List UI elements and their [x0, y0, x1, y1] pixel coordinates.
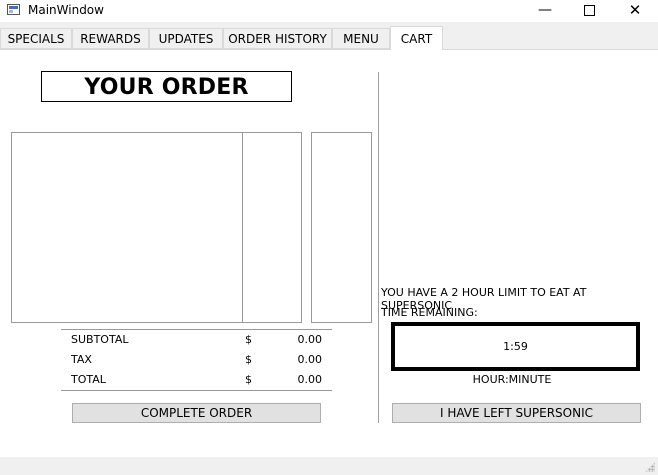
order-items-list[interactable] — [11, 132, 302, 323]
app-window-icon — [7, 4, 20, 15]
subtotal-row: SUBTOTAL $ 0.00 — [61, 330, 332, 350]
order-list-column-divider — [242, 133, 243, 322]
time-format-label: HOUR:MINUTE — [472, 373, 552, 386]
title-bar: MainWindow — ✕ — [0, 0, 658, 22]
tax-label: TAX — [71, 353, 92, 366]
window-title: MainWindow — [28, 3, 104, 17]
cart-tab-pane: YOUR ORDER SUBTOTAL $ 0.00 TAX $ 0.00 TO… — [0, 49, 658, 458]
total-value: 0.00 — [297, 373, 323, 386]
order-side-list[interactable] — [311, 132, 372, 323]
minimize-button[interactable]: — — [522, 0, 568, 22]
subtotal-label: SUBTOTAL — [71, 333, 129, 346]
tax-currency: $ — [245, 353, 252, 366]
tax-row: TAX $ 0.00 — [61, 350, 332, 370]
resize-grip-icon[interactable] — [645, 462, 655, 472]
tab-order-history[interactable]: ORDER HISTORY — [223, 28, 332, 49]
tab-updates[interactable]: UPDATES — [149, 28, 223, 49]
minimize-icon: — — [538, 2, 552, 18]
time-remaining-value: 1:59 — [503, 340, 528, 353]
time-remaining-display: 1:59 — [391, 322, 640, 371]
your-order-title: YOUR ORDER — [41, 71, 292, 102]
complete-order-button[interactable]: COMPLETE ORDER — [72, 403, 321, 423]
vertical-divider — [378, 72, 379, 423]
total-row: TOTAL $ 0.00 — [61, 370, 332, 390]
status-bar — [0, 457, 658, 475]
total-label: TOTAL — [71, 373, 106, 386]
subtotal-currency: $ — [245, 333, 252, 346]
tab-bar: SPECIALS REWARDS UPDATES ORDER HISTORY M… — [0, 26, 658, 50]
maximize-icon — [583, 4, 595, 16]
close-button[interactable]: ✕ — [612, 0, 658, 22]
subtotal-value: 0.00 — [297, 333, 323, 346]
left-supersonic-button[interactable]: I HAVE LEFT SUPERSONIC — [392, 403, 641, 423]
tab-rewards[interactable]: REWARDS — [72, 28, 149, 49]
tax-value: 0.00 — [297, 353, 323, 366]
total-currency: $ — [245, 373, 252, 386]
maximize-button[interactable] — [566, 0, 612, 22]
order-totals: SUBTOTAL $ 0.00 TAX $ 0.00 TOTAL $ 0.00 — [61, 329, 332, 391]
time-remaining-label: TIME REMAINING: — [381, 306, 478, 319]
tab-menu[interactable]: MENU — [332, 28, 390, 49]
tab-specials[interactable]: SPECIALS — [0, 28, 72, 49]
tab-cart[interactable]: CART — [390, 26, 443, 50]
close-icon: ✕ — [628, 1, 642, 19]
